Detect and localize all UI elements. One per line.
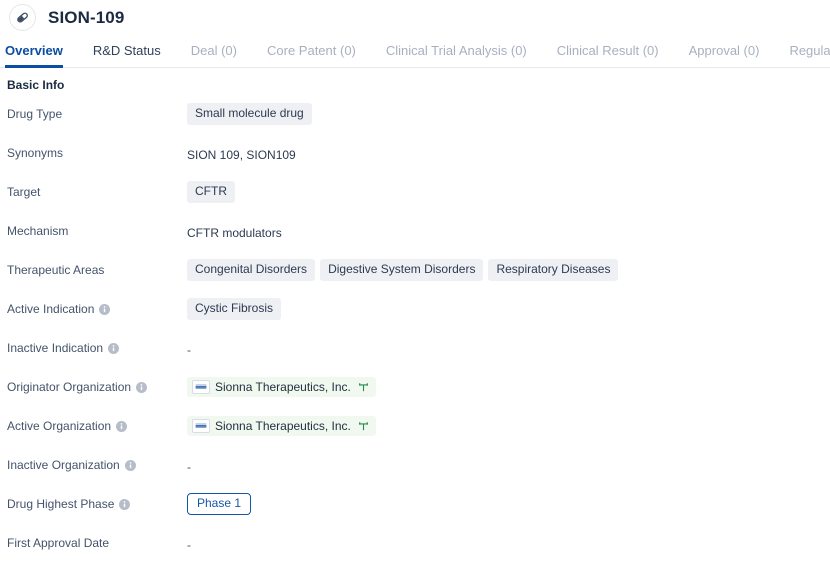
field-label-text: Mechanism	[7, 224, 69, 238]
tab-bar: Overview R&D Status Deal (0) Core Patent…	[0, 35, 830, 68]
field-label-inactive-organization: Inactive Organization	[7, 453, 187, 473]
field-label-text: Drug Type	[7, 107, 63, 121]
tab-core-patent[interactable]: Core Patent (0)	[267, 44, 356, 67]
empty-value: -	[187, 460, 191, 474]
org-tag-active[interactable]: Sionna Therapeutics, Inc.	[187, 416, 376, 436]
field-row-first-approval-date: First Approval Date -	[7, 531, 830, 570]
tab-deal[interactable]: Deal (0)	[191, 44, 237, 67]
field-row-originator-organization: Originator Organization Sionna Therapeut…	[7, 375, 830, 414]
page-header: SION-109	[0, 0, 830, 35]
org-name: Sionna Therapeutics, Inc.	[215, 380, 351, 394]
field-label-drug-highest-phase: Drug Highest Phase	[7, 492, 187, 512]
info-circle-icon[interactable]	[99, 303, 111, 315]
info-circle-icon[interactable]	[119, 498, 131, 510]
org-name: Sionna Therapeutics, Inc.	[215, 419, 351, 433]
page-title: SION-109	[48, 7, 125, 27]
field-label-originator-organization: Originator Organization	[7, 375, 187, 395]
field-label-text: Active Organization	[7, 419, 112, 433]
field-row-inactive-indication: Inactive Indication -	[7, 336, 830, 375]
overview-panel: Basic Info Drug Type Small molecule drug…	[0, 68, 830, 570]
field-row-active-indication: Active Indication Cystic Fibrosis	[7, 297, 830, 336]
field-value-drug-highest-phase: Phase 1	[187, 492, 830, 515]
tab-overview[interactable]: Overview	[5, 44, 63, 68]
field-value-first-approval-date: -	[187, 531, 830, 554]
tab-clinical-result[interactable]: Clinical Result (0)	[557, 44, 659, 67]
field-value-inactive-organization: -	[187, 453, 830, 476]
field-value-active-indication: Cystic Fibrosis	[187, 297, 830, 320]
field-label-synonyms: Synonyms	[7, 141, 187, 161]
field-label-text: Inactive Indication	[7, 341, 104, 355]
field-value-drug-type: Small molecule drug	[187, 102, 830, 125]
field-value-active-organization: Sionna Therapeutics, Inc.	[187, 414, 830, 437]
field-row-synonyms: Synonyms SION 109, SION109	[7, 141, 830, 180]
field-value-inactive-indication: -	[187, 336, 830, 359]
synonyms-text: SION 109, SION109	[187, 147, 296, 162]
tag-target[interactable]: CFTR	[187, 181, 235, 203]
status-badge-phase[interactable]: Phase 1	[187, 493, 252, 515]
field-label-text: Originator Organization	[7, 380, 132, 394]
field-value-synonyms: SION 109, SION109	[187, 141, 830, 164]
field-label-text: Inactive Organization	[7, 458, 120, 472]
info-circle-icon[interactable]	[124, 459, 136, 471]
field-label-text: Drug Highest Phase	[7, 497, 115, 511]
field-row-mechanism: Mechanism CFTR modulators	[7, 219, 830, 258]
field-row-drug-highest-phase: Drug Highest Phase Phase 1	[7, 492, 830, 531]
field-label-text: Therapeutic Areas	[7, 263, 105, 277]
info-circle-icon[interactable]	[116, 420, 128, 432]
field-label-text: Target	[7, 185, 41, 199]
field-row-target: Target CFTR	[7, 180, 830, 219]
tab-regulation[interactable]: Regulation (0)	[789, 44, 830, 67]
field-label-inactive-indication: Inactive Indication	[7, 336, 187, 356]
tag-therapeutic-area[interactable]: Respiratory Diseases	[488, 259, 619, 281]
field-value-originator-organization: Sionna Therapeutics, Inc.	[187, 375, 830, 398]
field-label-text: Synonyms	[7, 146, 64, 160]
tag-therapeutic-area[interactable]: Digestive System Disorders	[320, 259, 484, 281]
mechanism-text: CFTR modulators	[187, 225, 282, 240]
org-tag-originator[interactable]: Sionna Therapeutics, Inc.	[187, 377, 376, 397]
tab-rd-status[interactable]: R&D Status	[93, 44, 161, 67]
company-logo-icon	[192, 380, 210, 394]
capsule-pill-icon	[9, 4, 36, 31]
empty-value: -	[187, 538, 191, 552]
info-circle-icon[interactable]	[108, 342, 120, 354]
field-value-therapeutic-areas: Congenital Disorders Digestive System Di…	[187, 258, 830, 281]
field-label-target: Target	[7, 180, 187, 200]
tab-approval[interactable]: Approval (0)	[689, 44, 760, 67]
field-value-mechanism: CFTR modulators	[187, 219, 830, 242]
tag-active-indication[interactable]: Cystic Fibrosis	[187, 298, 282, 320]
field-label-therapeutic-areas: Therapeutic Areas	[7, 258, 187, 278]
field-label-drug-type: Drug Type	[7, 102, 187, 122]
org-hierarchy-tree-icon[interactable]	[358, 421, 369, 432]
field-row-inactive-organization: Inactive Organization -	[7, 453, 830, 492]
field-row-active-organization: Active Organization Sionna Therapeutics,…	[7, 414, 830, 453]
info-circle-icon[interactable]	[136, 381, 148, 393]
empty-value: -	[187, 343, 191, 357]
tab-clinical-trial-analysis[interactable]: Clinical Trial Analysis (0)	[386, 44, 527, 67]
field-label-active-organization: Active Organization	[7, 414, 187, 434]
tag-therapeutic-area[interactable]: Congenital Disorders	[187, 259, 316, 281]
tag-drug-type[interactable]: Small molecule drug	[187, 103, 312, 125]
field-value-target: CFTR	[187, 180, 830, 203]
org-hierarchy-tree-icon[interactable]	[358, 382, 369, 393]
field-row-therapeutic-areas: Therapeutic Areas Congenital Disorders D…	[7, 258, 830, 297]
section-title-basic-info: Basic Info	[7, 78, 65, 92]
company-logo-icon	[192, 419, 210, 433]
field-label-mechanism: Mechanism	[7, 219, 187, 239]
field-label-active-indication: Active Indication	[7, 297, 187, 317]
field-label-first-approval-date: First Approval Date	[7, 531, 187, 551]
field-label-text: Active Indication	[7, 302, 95, 316]
field-label-text: First Approval Date	[7, 536, 110, 550]
field-row-drug-type: Drug Type Small molecule drug	[7, 102, 830, 141]
